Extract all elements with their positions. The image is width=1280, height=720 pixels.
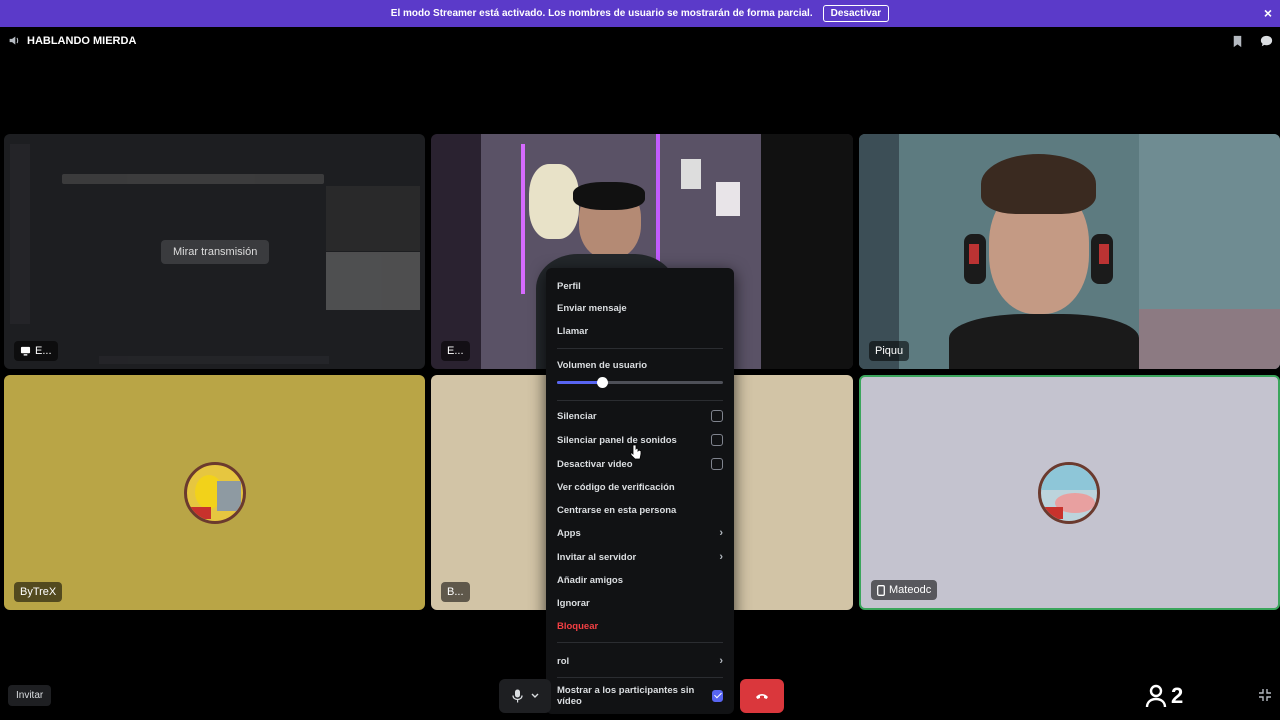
user-tile[interactable]: Mateodc <box>859 375 1280 610</box>
show-no-video-checkbox[interactable] <box>711 690 723 702</box>
menu-item-add-friend[interactable]: Añadir amigos <box>557 572 723 588</box>
menu-item-call[interactable]: Llamar <box>557 323 723 339</box>
chevron-down-icon[interactable] <box>531 693 539 699</box>
microphone-icon[interactable] <box>511 689 523 703</box>
menu-divider <box>557 400 723 401</box>
mute-soundboard-checkbox[interactable] <box>711 434 723 446</box>
menu-item-mute[interactable]: Silenciar <box>557 408 723 424</box>
menu-item-ignore[interactable]: Ignorar <box>557 595 723 611</box>
video-feed <box>859 134 1280 369</box>
menu-item-verification-code[interactable]: Ver código de verificación <box>557 479 723 495</box>
exit-fullscreen-icon[interactable] <box>1258 688 1272 702</box>
chevron-right-icon: › <box>719 527 723 539</box>
disconnect-button[interactable] <box>740 679 784 713</box>
menu-item-show-no-video[interactable]: Mostrar a los participantes sin vídeo <box>557 685 723 707</box>
mobile-icon <box>877 584 885 596</box>
screen-share-icon <box>20 346 31 356</box>
menu-divider <box>557 348 723 349</box>
speaker-icon <box>9 36 19 45</box>
tile-name-label: B... <box>441 582 470 602</box>
tile-name-label: E... <box>441 341 470 361</box>
disable-streamer-mode-button[interactable]: Desactivar <box>822 5 890 22</box>
streamer-mode-banner: El modo Streamer está activado. Los nomb… <box>0 0 1280 27</box>
banner-text: El modo Streamer está activado. Los nomb… <box>390 8 813 19</box>
microphone-control[interactable] <box>499 679 551 713</box>
tile-name-label: ByTreX <box>14 582 63 602</box>
user-context-menu: Perfil Enviar mensaje Llamar Volumen de … <box>546 268 734 714</box>
menu-item-block[interactable]: Bloquear <box>557 618 723 634</box>
video-tile[interactable]: Piquu <box>859 134 1280 369</box>
chevron-right-icon: › <box>719 551 723 563</box>
stream-tile[interactable]: Mirar transmisión E... <box>4 134 425 369</box>
header-actions <box>1230 34 1274 49</box>
menu-item-profile[interactable]: Perfil <box>557 278 723 294</box>
menu-item-apps[interactable]: Apps › <box>557 525 723 541</box>
participant-count[interactable]: 2 <box>1145 683 1183 709</box>
tile-name-label: Piquu <box>869 341 910 361</box>
chevron-right-icon: › <box>719 655 723 667</box>
menu-item-focus[interactable]: Centrarse en esta persona <box>557 502 723 518</box>
menu-divider <box>557 677 723 678</box>
menu-item-invite-server[interactable]: Invitar al servidor › <box>557 549 723 565</box>
mute-checkbox[interactable] <box>711 410 723 422</box>
disable-video-checkbox[interactable] <box>711 458 723 470</box>
slider-handle[interactable] <box>596 377 608 388</box>
chat-icon[interactable] <box>1259 34 1274 49</box>
hangup-icon <box>756 694 768 699</box>
close-icon[interactable]: × <box>1264 5 1272 21</box>
tile-name-label: E... <box>14 341 58 361</box>
bookmark-icon[interactable] <box>1230 34 1245 49</box>
menu-divider <box>557 642 723 643</box>
avatar <box>1038 462 1100 524</box>
menu-item-role[interactable]: rol › <box>557 653 723 669</box>
slider-fill <box>557 381 602 384</box>
channel-header: HABLANDO MIERDA <box>8 34 136 47</box>
tile-name-label: Mateodc <box>871 580 938 600</box>
user-volume-slider[interactable] <box>557 377 723 388</box>
channel-name: HABLANDO MIERDA <box>27 34 137 47</box>
avatar <box>184 462 246 524</box>
mouse-cursor-icon <box>630 444 642 460</box>
volume-label: Volumen de usuario <box>557 359 648 371</box>
person-icon <box>1145 684 1167 708</box>
user-tile[interactable]: ByTreX <box>4 375 425 610</box>
invite-button[interactable]: Invitar <box>8 685 52 706</box>
watch-stream-button[interactable]: Mirar transmisión <box>161 240 270 264</box>
menu-item-message[interactable]: Enviar mensaje <box>557 300 723 316</box>
